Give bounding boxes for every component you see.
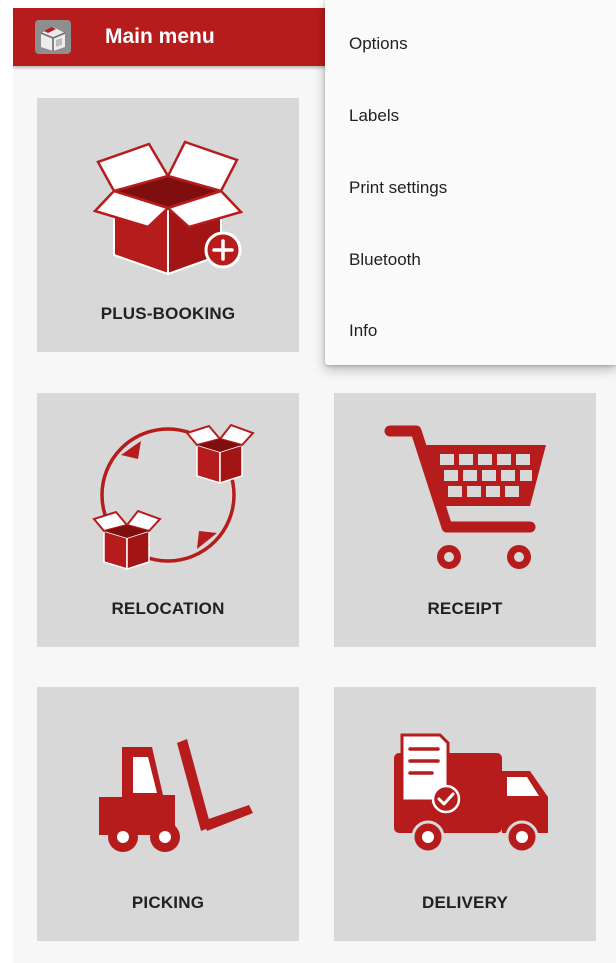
forklift-icon [99,739,253,852]
menu-item-info[interactable]: Info [325,295,616,367]
menu-item-label: Options [349,34,408,53]
shopping-cart-icon [384,425,546,569]
relocation-cycle-icon [92,423,255,571]
menu-item-label: Labels [349,106,400,125]
menu-item-options[interactable]: Options [325,8,616,80]
open-box-plus-icon [92,140,244,276]
menu-item-bluetooth[interactable]: Bluetooth [325,224,616,296]
tile-label: PICKING [131,893,205,912]
menu-item-label: Print settings [349,178,448,197]
tile-receipt[interactable]: RECEIPT [334,393,596,647]
delivery-truck-icon [394,733,548,854]
warehouse-box-icon [35,20,71,54]
tile-label: RELOCATION [111,599,225,618]
menu-item-label: Bluetooth [349,250,421,269]
menu-item-print-settings[interactable]: Print settings [325,152,616,224]
app-title: Main menu [105,25,215,48]
tile-picking[interactable]: PICKING [37,687,299,941]
overflow-menu: Options Labels Print settings Bluetooth … [325,0,616,365]
tile-label: DELIVERY [422,893,508,912]
tile-relocation[interactable]: RELOCATION [37,393,299,647]
menu-item-label: Info [349,321,378,340]
tile-plus-booking[interactable]: PLUS-BOOKING [37,98,299,352]
tile-label: RECEIPT [427,599,503,618]
tile-label: PLUS-BOOKING [100,304,236,323]
tile-delivery[interactable]: DELIVERY [334,687,596,941]
menu-item-labels[interactable]: Labels [325,80,616,152]
